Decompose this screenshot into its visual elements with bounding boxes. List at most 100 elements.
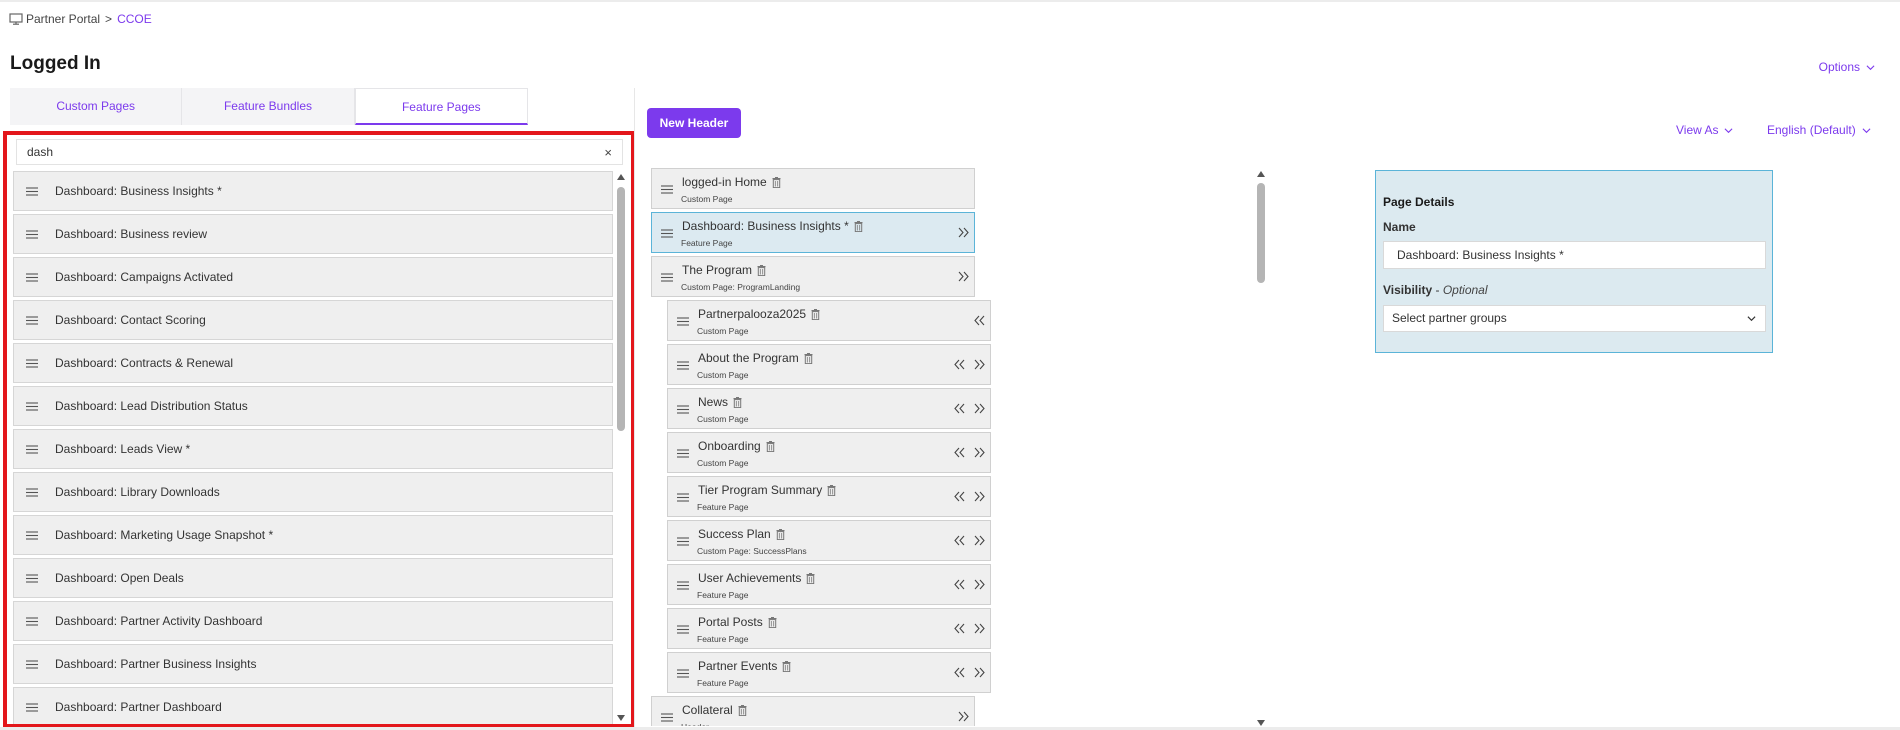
tree-node[interactable]: Onboarding Custom Page bbox=[667, 432, 991, 473]
feature-page-item[interactable]: Dashboard: Open Deals bbox=[13, 558, 613, 598]
partner-groups-select[interactable]: Select partner groups bbox=[1383, 305, 1766, 332]
trash-icon[interactable] bbox=[757, 264, 766, 276]
drag-handle-icon[interactable] bbox=[26, 229, 38, 239]
tree-node[interactable]: Partnerpalooza2025 Custom Page bbox=[667, 300, 991, 341]
drag-handle-icon[interactable] bbox=[661, 229, 673, 238]
outdent-left-icon[interactable] bbox=[953, 490, 966, 503]
page-list-scrollbar[interactable] bbox=[615, 171, 627, 724]
breadcrumb-current[interactable]: CCOE bbox=[117, 12, 152, 26]
drag-handle-icon[interactable] bbox=[26, 616, 38, 626]
outdent-left-icon[interactable] bbox=[953, 402, 966, 415]
drag-handle-icon[interactable] bbox=[677, 361, 689, 370]
trash-icon[interactable] bbox=[782, 660, 791, 672]
indent-right-icon[interactable] bbox=[957, 270, 970, 283]
trash-icon[interactable] bbox=[768, 616, 777, 628]
feature-page-item[interactable]: Dashboard: Lead Distribution Status bbox=[13, 386, 613, 426]
indent-right-icon[interactable] bbox=[957, 226, 970, 239]
drag-handle-icon[interactable] bbox=[677, 493, 689, 502]
trash-icon[interactable] bbox=[804, 352, 813, 364]
drag-handle-icon[interactable] bbox=[26, 530, 38, 540]
drag-handle-icon[interactable] bbox=[26, 401, 38, 411]
indent-right-icon[interactable] bbox=[973, 578, 986, 591]
indent-right-icon[interactable] bbox=[973, 358, 986, 371]
drag-handle-icon[interactable] bbox=[661, 713, 673, 722]
options-dropdown[interactable]: Options bbox=[1819, 60, 1875, 74]
drag-handle-icon[interactable] bbox=[26, 186, 38, 196]
tree-node[interactable]: Success Plan Custom Page: SuccessPlans bbox=[667, 520, 991, 561]
drag-handle-icon[interactable] bbox=[26, 358, 38, 368]
feature-page-item[interactable]: Dashboard: Business Insights * bbox=[13, 171, 613, 211]
tab-feature-bundles[interactable]: Feature Bundles bbox=[182, 88, 355, 125]
scrollbar-thumb[interactable] bbox=[617, 187, 625, 431]
scroll-up-icon[interactable] bbox=[617, 174, 625, 180]
tab-feature-pages[interactable]: Feature Pages bbox=[354, 88, 528, 125]
feature-page-item[interactable]: Dashboard: Partner Dashboard bbox=[13, 687, 613, 724]
feature-page-item[interactable]: Dashboard: Marketing Usage Snapshot * bbox=[13, 515, 613, 555]
drag-handle-icon[interactable] bbox=[26, 487, 38, 497]
drag-handle-icon[interactable] bbox=[26, 702, 38, 712]
name-field[interactable]: Dashboard: Business Insights * bbox=[1383, 241, 1766, 269]
trash-icon[interactable] bbox=[854, 220, 863, 232]
outdent-left-icon[interactable] bbox=[953, 358, 966, 371]
trash-icon[interactable] bbox=[772, 176, 781, 188]
search-input[interactable]: dash × bbox=[16, 139, 623, 165]
tree-node[interactable]: User Achievements Feature Page bbox=[667, 564, 991, 605]
drag-handle-icon[interactable] bbox=[677, 405, 689, 414]
tab-custom-pages[interactable]: Custom Pages bbox=[10, 88, 183, 125]
scroll-down-icon[interactable] bbox=[1257, 720, 1265, 726]
drag-handle-icon[interactable] bbox=[661, 273, 673, 282]
drag-handle-icon[interactable] bbox=[26, 659, 38, 669]
indent-right-icon[interactable] bbox=[957, 710, 970, 723]
scrollbar-thumb[interactable] bbox=[1257, 183, 1265, 283]
trash-icon[interactable] bbox=[738, 704, 747, 716]
tree-node[interactable]: About the Program Custom Page bbox=[667, 344, 991, 385]
drag-handle-icon[interactable] bbox=[26, 315, 38, 325]
new-header-button[interactable]: New Header bbox=[647, 108, 741, 138]
drag-handle-icon[interactable] bbox=[26, 272, 38, 282]
language-dropdown[interactable]: English (Default) bbox=[1767, 123, 1871, 137]
outdent-left-icon[interactable] bbox=[953, 622, 966, 635]
drag-handle-icon[interactable] bbox=[677, 669, 689, 678]
drag-handle-icon[interactable] bbox=[661, 185, 673, 194]
outdent-left-icon[interactable] bbox=[953, 534, 966, 547]
tree-node[interactable]: Collateral Header bbox=[651, 696, 975, 726]
drag-handle-icon[interactable] bbox=[677, 449, 689, 458]
trash-icon[interactable] bbox=[776, 528, 785, 540]
tree-scrollbar[interactable] bbox=[1255, 168, 1267, 726]
tree-node[interactable]: logged-in Home Custom Page bbox=[651, 168, 975, 209]
trash-icon[interactable] bbox=[806, 572, 815, 584]
feature-page-item[interactable]: Dashboard: Business review bbox=[13, 214, 613, 254]
outdent-left-icon[interactable] bbox=[973, 314, 986, 327]
feature-page-item[interactable]: Dashboard: Leads View * bbox=[13, 429, 613, 469]
clear-search-icon[interactable]: × bbox=[604, 145, 612, 160]
feature-page-item[interactable]: Dashboard: Contracts & Renewal bbox=[13, 343, 613, 383]
view-as-dropdown[interactable]: View As bbox=[1676, 123, 1733, 137]
feature-page-item[interactable]: Dashboard: Partner Business Insights bbox=[13, 644, 613, 684]
indent-right-icon[interactable] bbox=[973, 402, 986, 415]
feature-page-item[interactable]: Dashboard: Campaigns Activated bbox=[13, 257, 613, 297]
drag-handle-icon[interactable] bbox=[26, 444, 38, 454]
tree-node[interactable]: Partner Events Feature Page bbox=[667, 652, 991, 693]
drag-handle-icon[interactable] bbox=[677, 317, 689, 326]
outdent-left-icon[interactable] bbox=[953, 578, 966, 591]
indent-right-icon[interactable] bbox=[973, 490, 986, 503]
feature-page-item[interactable]: Dashboard: Library Downloads bbox=[13, 472, 613, 512]
scroll-down-icon[interactable] bbox=[617, 715, 625, 721]
trash-icon[interactable] bbox=[811, 308, 820, 320]
drag-handle-icon[interactable] bbox=[677, 625, 689, 634]
outdent-left-icon[interactable] bbox=[953, 666, 966, 679]
outdent-left-icon[interactable] bbox=[953, 446, 966, 459]
breadcrumb-root[interactable]: Partner Portal bbox=[26, 12, 100, 26]
trash-icon[interactable] bbox=[827, 484, 836, 496]
trash-icon[interactable] bbox=[733, 396, 742, 408]
indent-right-icon[interactable] bbox=[973, 622, 986, 635]
tree-node[interactable]: Tier Program Summary Feature Page bbox=[667, 476, 991, 517]
tree-node[interactable]: Dashboard: Business Insights * Feature Pa… bbox=[651, 212, 975, 253]
trash-icon[interactable] bbox=[766, 440, 775, 452]
drag-handle-icon[interactable] bbox=[26, 573, 38, 583]
drag-handle-icon[interactable] bbox=[677, 581, 689, 590]
indent-right-icon[interactable] bbox=[973, 534, 986, 547]
drag-handle-icon[interactable] bbox=[677, 537, 689, 546]
indent-right-icon[interactable] bbox=[973, 446, 986, 459]
feature-page-item[interactable]: Dashboard: Partner Activity Dashboard bbox=[13, 601, 613, 641]
